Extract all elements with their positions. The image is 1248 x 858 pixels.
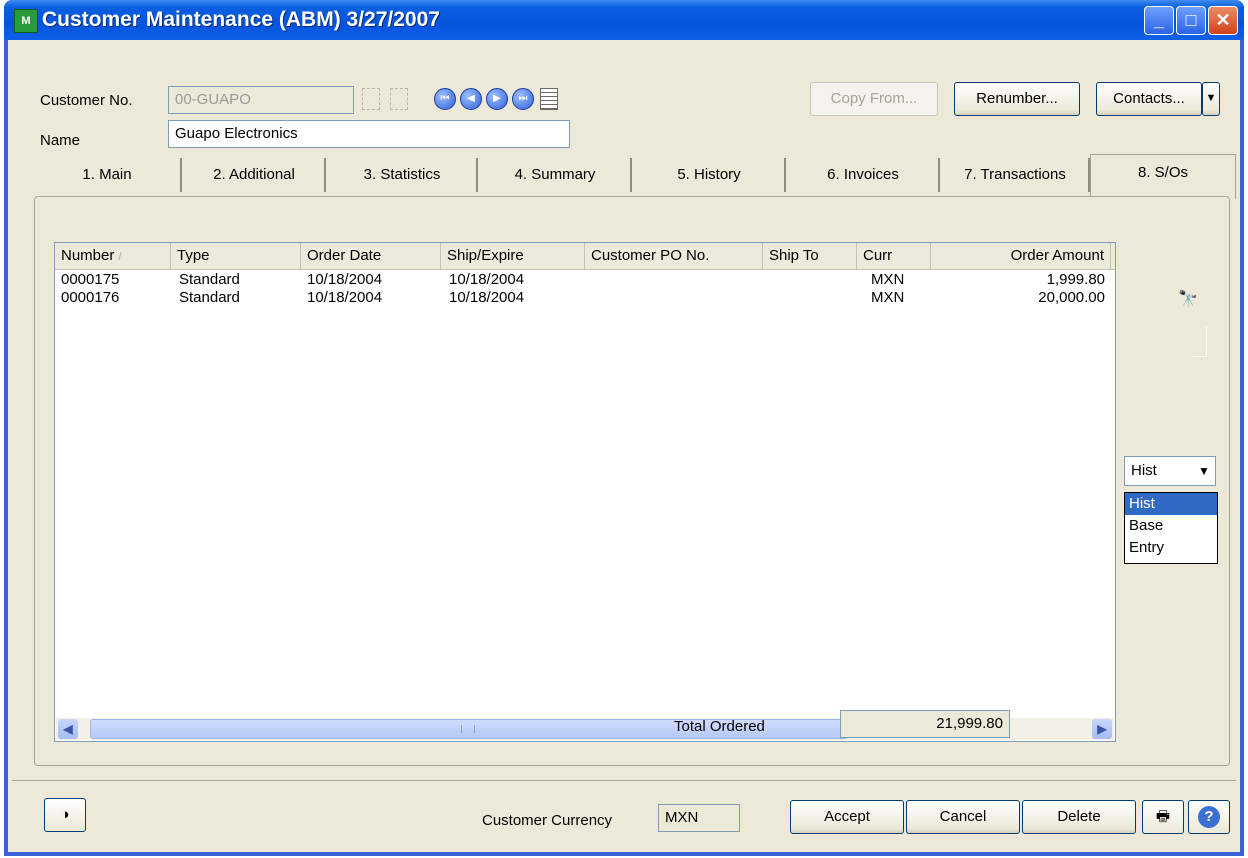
option-hist[interactable]: Hist xyxy=(1125,493,1217,515)
column-header-ship-expire[interactable]: Ship/Expire xyxy=(441,243,585,269)
cell-ship-expire: 10/18/2004 xyxy=(449,289,525,306)
column-header-ship-to[interactable]: Ship To xyxy=(763,243,857,269)
tab-sales-orders[interactable]: 8. S/Os xyxy=(1090,154,1236,199)
column-header-number[interactable]: Number / xyxy=(55,243,171,269)
previous-record-icon[interactable]: ◀ xyxy=(460,88,482,110)
column-header-type[interactable]: Type xyxy=(171,243,301,269)
sales-order-grid[interactable]: Number / Type Order Date Ship/Expire Cus… xyxy=(54,242,1116,742)
accept-button[interactable]: Accept xyxy=(790,800,904,834)
currency-view-value: Hist xyxy=(1131,462,1157,479)
lookup-icon[interactable] xyxy=(362,88,380,110)
cancel-button[interactable]: Cancel xyxy=(906,800,1020,834)
grid-header: Number / Type Order Date Ship/Expire Cus… xyxy=(55,243,1115,270)
currency-view-select[interactable]: Hist ▼ xyxy=(1124,456,1216,486)
contacts-dropdown-button[interactable]: ▼ xyxy=(1202,82,1220,116)
scroll-right-icon[interactable]: ▶ xyxy=(1092,719,1112,739)
customer-currency-label: Customer Currency xyxy=(482,812,613,829)
first-record-icon[interactable]: ⏮ xyxy=(434,88,456,110)
cell-number: 0000175 xyxy=(61,271,120,288)
tab-history[interactable]: 5. History xyxy=(634,158,786,192)
cell-curr: MXN xyxy=(871,271,905,288)
customer-no-label: Customer No. xyxy=(40,92,133,109)
app-icon[interactable]: M xyxy=(14,9,38,33)
delete-button[interactable]: Delete xyxy=(1022,800,1136,834)
cell-order-date: 10/18/2004 xyxy=(307,271,383,288)
column-header-order-date[interactable]: Order Date xyxy=(301,243,441,269)
contacts-button[interactable]: Contacts... xyxy=(1096,82,1202,116)
copy-from-button[interactable]: Copy From... xyxy=(810,82,938,116)
cell-type: Standard xyxy=(179,289,240,306)
footer-divider xyxy=(12,780,1236,781)
close-button[interactable]: ✕ xyxy=(1208,6,1238,35)
title-bar[interactable]: M Customer Maintenance (ABM) 3/27/2007 _… xyxy=(4,0,1244,40)
tab-main[interactable]: 1. Main xyxy=(34,158,182,192)
cell-number: 0000176 xyxy=(61,289,120,306)
window: M Customer Maintenance (ABM) 3/27/2007 _… xyxy=(4,0,1244,856)
help-icon: ? xyxy=(1198,806,1220,828)
cell-ship-expire: 10/18/2004 xyxy=(449,271,525,288)
tab-strip: 1. Main 2. Additional 3. Statistics 4. S… xyxy=(34,154,1236,199)
color-wheel-icon: ◑ xyxy=(60,806,70,823)
list-icon[interactable] xyxy=(540,88,558,110)
cell-type: Standard xyxy=(179,271,240,288)
last-record-icon[interactable]: ⏭ xyxy=(512,88,534,110)
customer-no-field[interactable]: 00-GUAPO xyxy=(168,86,354,114)
maximize-button[interactable]: □ xyxy=(1176,6,1206,35)
tab-statistics[interactable]: 3. Statistics xyxy=(328,158,478,192)
total-ordered-label: Total Ordered xyxy=(674,718,765,735)
close-icon: ✕ xyxy=(1215,10,1231,30)
chevron-down-icon[interactable]: ▼ xyxy=(1194,458,1214,484)
printer-icon: 🖶 xyxy=(1155,808,1171,825)
binoculars-icon[interactable]: 🔭 xyxy=(1178,288,1198,312)
renumber-button[interactable]: Renumber... xyxy=(954,82,1080,116)
tab-transactions[interactable]: 7. Transactions xyxy=(942,158,1090,192)
window-title: Customer Maintenance (ABM) 3/27/2007 xyxy=(42,8,440,31)
option-entry[interactable]: Entry xyxy=(1125,537,1217,559)
tab-invoices[interactable]: 6. Invoices xyxy=(788,158,940,192)
total-ordered-field: 21,999.80 xyxy=(840,710,1010,738)
customer-currency-field: MXN xyxy=(658,804,740,832)
help-wizard-button[interactable]: ◑ xyxy=(44,798,86,832)
minimize-button[interactable]: _ xyxy=(1144,6,1174,35)
next-record-icon[interactable]: ▶ xyxy=(486,88,508,110)
cell-order-amount: 20,000.00 xyxy=(1038,289,1105,306)
name-field[interactable]: Guapo Electronics xyxy=(168,120,570,148)
column-header-customer-po[interactable]: Customer PO No. xyxy=(585,243,763,269)
tab-additional[interactable]: 2. Additional xyxy=(184,158,326,192)
help-button[interactable]: ? xyxy=(1188,800,1230,834)
grip-icon xyxy=(461,725,475,733)
client-area: Customer No. 00-GUAPO ⏮ ◀ ▶ ⏭ Name Guapo… xyxy=(8,40,1240,852)
column-header-curr[interactable]: Curr xyxy=(857,243,931,269)
maximize-icon: □ xyxy=(1185,10,1197,30)
sort-ascending-icon: / xyxy=(118,251,122,263)
currency-view-dropdown: Hist Base Entry xyxy=(1124,492,1218,564)
scroll-left-icon[interactable]: ◀ xyxy=(58,719,78,739)
splitter-handle[interactable] xyxy=(1192,326,1207,357)
tab-summary[interactable]: 4. Summary xyxy=(480,158,632,192)
print-button[interactable]: 🖶 xyxy=(1142,800,1184,834)
option-base[interactable]: Base xyxy=(1125,515,1217,537)
minimize-icon: _ xyxy=(1153,10,1164,30)
column-header-order-amount[interactable]: Order Amount xyxy=(931,243,1111,269)
name-label: Name xyxy=(40,132,81,149)
cell-order-date: 10/18/2004 xyxy=(307,289,383,306)
new-record-icon[interactable] xyxy=(390,88,408,110)
cell-order-amount: 1,999.80 xyxy=(1046,271,1105,288)
cell-curr: MXN xyxy=(871,289,905,306)
chevron-down-icon: ▼ xyxy=(1205,92,1217,104)
